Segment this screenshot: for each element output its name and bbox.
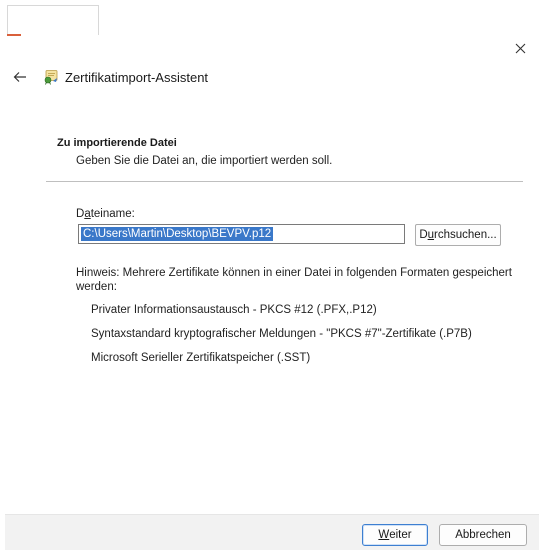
certificate-wizard-icon xyxy=(44,70,58,85)
filename-input[interactable]: C:\Users\Martin\Desktop\BEVPV.p12 xyxy=(78,224,405,244)
arrow-left-icon xyxy=(13,72,26,82)
next-button[interactable]: Weiter xyxy=(362,524,428,546)
browse-button[interactable]: Du rchsuchen... xyxy=(415,224,501,246)
title-accent-line xyxy=(7,34,21,36)
format-item-sst: Microsoft Serieller Zertifikatspeicher (… xyxy=(91,352,311,364)
hint-text: Hinweis: Mehrere Zertifikate können in e… xyxy=(76,267,512,293)
wizard-title: Zertifikatimport-Assistent xyxy=(65,70,209,85)
filename-input-value: C:\Users\Martin\Desktop\BEVPV.p12 xyxy=(81,227,274,241)
close-button[interactable] xyxy=(511,39,529,57)
next-accelerator: W xyxy=(378,529,390,541)
back-button[interactable] xyxy=(12,69,28,85)
background-window-tab xyxy=(7,5,99,35)
format-item-pkcs7: Syntaxstandard kryptografischer Meldunge… xyxy=(91,328,472,340)
divider xyxy=(46,181,523,182)
section-heading: Zu importierende Datei xyxy=(57,137,177,149)
format-item-pkcs12: Privater Informationsaustausch - PKCS #1… xyxy=(91,304,377,316)
close-icon xyxy=(515,43,525,53)
filename-label: Dateiname: xyxy=(76,208,135,220)
section-subtitle: Geben Sie die Datei an, die importiert w… xyxy=(76,155,333,167)
cancel-button[interactable]: Abbrechen xyxy=(439,524,527,546)
